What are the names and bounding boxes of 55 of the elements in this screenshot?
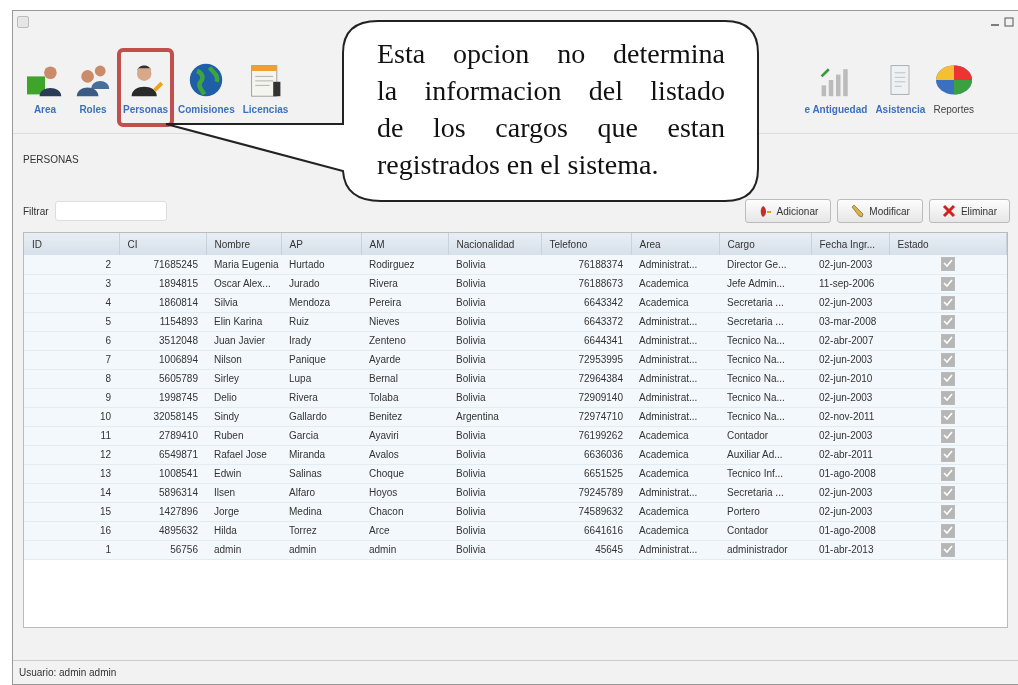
filter-label: Filtrar [23, 205, 49, 217]
table-cell: 02-jun-2003 [811, 255, 889, 274]
action-button[interactable]: Eliminar [928, 199, 1010, 223]
checkbox[interactable] [940, 523, 955, 538]
checkbox[interactable] [940, 295, 955, 310]
checkbox[interactable] [940, 485, 955, 500]
checkbox[interactable] [940, 466, 955, 481]
checkbox[interactable] [940, 314, 955, 329]
table-cell: Hurtado [281, 255, 361, 274]
filter-field[interactable] [54, 201, 167, 221]
column-header[interactable]: Estado [889, 233, 1007, 255]
column-header[interactable]: AM [361, 233, 448, 255]
column-header[interactable]: Nacionalidad [448, 233, 541, 255]
table-cell: 71685245 [119, 255, 206, 274]
table-cell: 76188374 [541, 255, 631, 274]
maximize-icon[interactable] [1004, 17, 1014, 27]
action-button[interactable]: Adicionar [744, 199, 832, 223]
table-cell: Bolivia [448, 255, 541, 274]
callout-text: Esta opcion no determina la informacion del listado de los cargos que estan registrados en el sistema. [377, 37, 725, 182]
column-header[interactable]: Telefono [541, 233, 631, 255]
toolbar-button[interactable]: Area [21, 48, 69, 127]
checkbox[interactable] [940, 352, 955, 367]
toolbar-button[interactable]: Reportes [929, 48, 978, 127]
table-cell: Maria Eugenia [206, 255, 281, 274]
column-header[interactable]: Cargo [719, 233, 811, 255]
column-header[interactable]: Area [631, 233, 719, 255]
column-header[interactable]: Nombre [206, 233, 281, 255]
checkbox[interactable] [940, 409, 955, 424]
checkbox[interactable] [940, 447, 955, 462]
checkbox[interactable] [940, 257, 955, 272]
table-cell: Rodirguez [361, 255, 448, 274]
checkbox[interactable] [940, 428, 955, 443]
status-text: Usuario: admin admin [18, 667, 118, 680]
window-icon [17, 16, 29, 28]
toolbar-button[interactable]: Personas [117, 48, 175, 127]
toolbar-button[interactable]: Asistencia [871, 48, 930, 127]
panel-title: PERSONAS [23, 154, 79, 167]
checkbox[interactable] [940, 542, 955, 557]
checkbox[interactable] [940, 504, 955, 519]
column-header[interactable]: CI [119, 233, 206, 255]
checkbox[interactable] [940, 371, 955, 386]
checkbox[interactable] [940, 333, 955, 348]
table-cell: Director Ge... [719, 255, 811, 274]
table-cell: 2 [24, 255, 119, 274]
action-button[interactable]: Modificar [837, 199, 923, 223]
column-header[interactable]: ID [24, 233, 119, 255]
column-header[interactable]: AP [281, 233, 361, 255]
checkbox[interactable] [940, 390, 955, 405]
column-header[interactable]: Fecha Ingr... [811, 233, 889, 255]
checkbox[interactable] [940, 276, 955, 291]
pencil-icon [850, 204, 865, 218]
toolbar-button[interactable]: e Antiguedad [800, 48, 872, 127]
table-cell: Administrat... [631, 255, 719, 274]
delete-icon [941, 204, 956, 218]
toolbar-button[interactable]: Roles [69, 48, 117, 127]
